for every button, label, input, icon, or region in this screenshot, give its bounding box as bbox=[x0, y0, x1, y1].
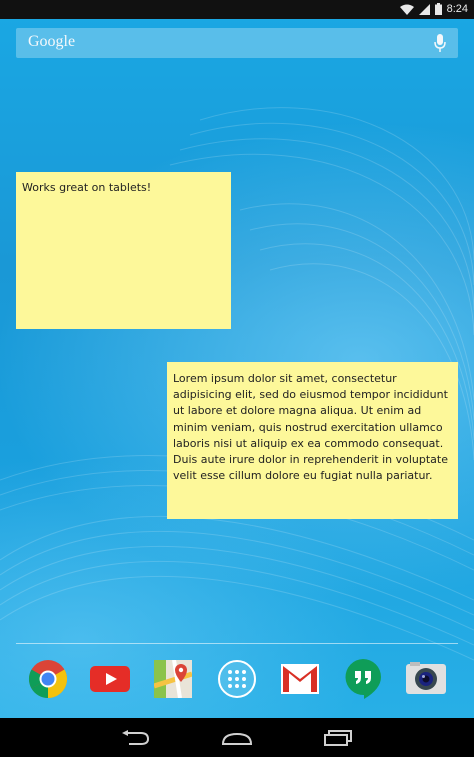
youtube-icon[interactable] bbox=[89, 658, 131, 700]
back-icon[interactable] bbox=[118, 726, 154, 750]
mic-icon[interactable] bbox=[434, 34, 446, 56]
battery-icon bbox=[434, 0, 442, 19]
google-search-bar[interactable]: Google bbox=[16, 28, 458, 58]
camera-icon[interactable] bbox=[405, 658, 447, 700]
sticky-note-widget[interactable]: Lorem ipsum dolor sit amet, consectetur … bbox=[167, 362, 458, 519]
dock-divider bbox=[16, 643, 458, 644]
status-time: 8:24 bbox=[446, 3, 468, 15]
note-text: Works great on tablets! bbox=[22, 181, 152, 194]
status-bar: 8:24 bbox=[0, 0, 474, 19]
app-drawer-icon[interactable] bbox=[216, 658, 258, 700]
maps-icon[interactable] bbox=[152, 658, 194, 700]
search-label: Google bbox=[28, 33, 76, 50]
dock bbox=[0, 658, 474, 704]
signal-icon bbox=[418, 0, 430, 19]
status-icons: 8:24 bbox=[399, 0, 468, 19]
sticky-note-widget[interactable]: Works great on tablets! bbox=[16, 172, 231, 329]
wifi-icon bbox=[399, 0, 414, 19]
recents-icon[interactable] bbox=[320, 726, 356, 750]
navigation-bar bbox=[0, 718, 474, 757]
hangouts-icon[interactable] bbox=[342, 658, 384, 700]
note-text: Lorem ipsum dolor sit amet, consectetur … bbox=[173, 372, 448, 483]
chrome-icon[interactable] bbox=[27, 658, 69, 700]
gmail-icon[interactable] bbox=[279, 658, 321, 700]
home-icon[interactable] bbox=[219, 726, 255, 750]
